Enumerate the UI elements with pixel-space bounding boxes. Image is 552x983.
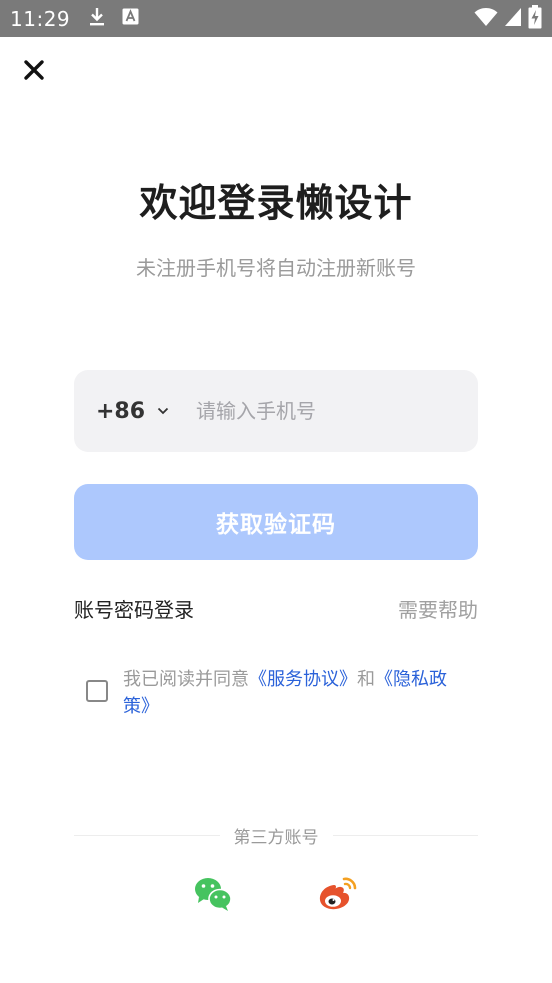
phone-number-input[interactable] [196,370,478,452]
agreement-text: 我已阅读并同意《服务协议》和《隐私政策》 [123,666,463,720]
chevron-down-icon [157,407,169,415]
need-help-link[interactable]: 需要帮助 [398,594,478,623]
status-notification-icons [88,7,139,31]
service-agreement-link[interactable]: 《服务协议》 [249,669,357,690]
page-title: 欢迎登录懒设计 [139,181,413,225]
wechat-login-button[interactable] [194,876,232,912]
download-icon [88,7,106,31]
third-party-label: 第三方账号 [233,827,319,848]
divider-line-left [74,834,220,836]
third-party-divider: 第三方账号 [74,822,478,848]
close-icon [24,60,44,80]
page-subtitle: 未注册手机号将自动注册新账号 [136,256,416,280]
agreement-row: 我已阅读并同意《服务协议》和《隐私政策》 [86,666,466,720]
status-system-icons [474,4,542,33]
wifi-icon [474,7,498,31]
get-verification-code-button[interactable]: 获取验证码 [74,484,478,560]
wechat-icon [195,878,232,911]
agreement-and: 和 [357,669,375,690]
weibo-login-button[interactable] [318,876,358,912]
agreement-checkbox[interactable] [86,680,108,702]
close-button[interactable] [20,56,48,84]
text-a-icon [122,8,139,29]
battery-charging-icon [528,4,542,33]
phone-input-box: +86 [74,370,478,452]
divider-line-right [332,834,478,836]
agreement-prefix: 我已阅读并同意 [123,669,249,690]
weibo-icon [319,877,357,910]
status-time: 11:29 [10,6,71,31]
password-login-link[interactable]: 账号密码登录 [74,594,194,623]
country-code-value: +86 [96,398,146,424]
status-bar: 11:29 [0,0,552,37]
login-screen: 11:29 欢迎登录懒设计 未注册手机号将自动注册新账号 +86 请输入手机号 … [0,0,552,983]
country-code-selector[interactable]: +86 [96,399,196,424]
signal-icon [504,7,522,31]
